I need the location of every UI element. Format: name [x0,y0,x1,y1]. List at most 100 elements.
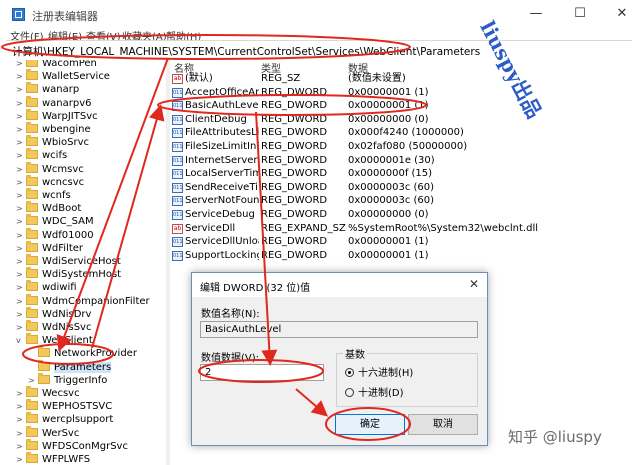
chevron-right-icon[interactable]: > [16,60,26,70]
close-button[interactable]: ✕ [604,4,640,24]
tree-item[interactable]: > wanarp [16,82,79,96]
minimize-button[interactable]: — [518,4,554,24]
tree-item[interactable]: > Wdf01000 [16,227,94,242]
value-row[interactable]: ab ServiceDll REG_EXPAND_SZ %SystemRoot%\Sy… [170,222,640,236]
chevron-right-icon[interactable]: > [16,255,26,268]
tree-item[interactable]: > WFPLWFS [16,452,90,465]
chevron-right-icon[interactable]: > [16,163,26,176]
dialog-close-icon[interactable]: ✕ [469,277,479,291]
binary-value-icon: 011 [172,87,183,98]
chevron-right-icon[interactable]: > [16,123,26,136]
tree-item-label: wcncsvc [42,176,85,188]
tree-item[interactable]: v WebClient [16,333,93,347]
tree-item-label: WbioSrvc [42,137,90,149]
chevron-right-icon[interactable]: > [16,149,26,162]
chevron-right-icon[interactable]: > [16,427,26,440]
value-data-input[interactable]: 2 [200,364,324,381]
tree-item-label: WdiSystemHost [42,269,122,281]
tree-item[interactable]: > WdNisSvc [16,320,91,334]
tree-item[interactable]: > wbengine [16,122,91,136]
chevron-right-icon[interactable]: > [28,374,38,387]
chevron-right-icon[interactable]: > [16,413,26,426]
address-bar[interactable]: 计算机\HKEY_LOCAL_MACHINE\SYSTEM\CurrentCon… [6,40,632,61]
tree-item[interactable]: > WbioSrvc [16,135,90,149]
chevron-right-icon[interactable]: > [16,97,26,110]
value-row[interactable]: 011FileAttributesLi...REG_DWORD 0x000f424… [170,126,640,140]
tree-item[interactable]: > wcnfs [16,188,71,202]
tree-item[interactable]: > WdNisDrv [16,306,91,321]
tree-item[interactable]: Parameters [28,359,112,374]
tree-item-label: WacomPen [42,60,97,69]
value-row[interactable]: 011ServerNotFoun...REG_DWORD 0x0000003c (… [170,194,640,208]
chevron-right-icon[interactable]: > [16,268,26,281]
value-row[interactable]: 011FileSizeLimitInB...REG_DWORD 0x02faf08… [170,140,640,154]
key-tree[interactable]: > WacomPen > WalletService > wanarp > wanarpv6 >… [0,60,166,465]
chevron-down-icon[interactable]: v [16,334,26,347]
chevron-right-icon[interactable]: > [16,110,26,123]
tree-item[interactable]: > WdBoot [16,201,82,215]
chevron-right-icon[interactable]: > [16,136,26,149]
tree-item-label: WdBoot [42,203,82,215]
tree-item[interactable]: > WEPHOSTSVC [16,399,112,413]
tree-item[interactable]: > wercplsupport [16,412,113,426]
tree-item[interactable]: > TriggerInfo [28,372,107,387]
tree-item[interactable]: > WalletService [16,69,110,83]
chevron-right-icon[interactable]: > [16,242,26,255]
chevron-right-icon[interactable]: > [16,440,26,453]
tree-item[interactable]: > Wecsvc [16,386,80,400]
binary-value-icon: 011 [172,169,183,180]
tree-item[interactable]: > Wcmsvc [16,161,84,176]
value-row[interactable]: 011 BasicAuthLevel REG_DWORD 0x00000001 (1) [170,99,640,113]
value-row[interactable]: 011LocalServerTim...REG_DWORD 0x0000000f … [170,167,640,181]
tree-item[interactable]: > WarpJITSvc [16,108,98,123]
tree-item-label: Wcmsvc [42,163,84,175]
tree-item[interactable]: > WdiServiceHost [16,254,121,268]
tree-item[interactable]: > wcifs [16,148,67,162]
value-data: 0x00000001 (1) [348,249,429,261]
value-row[interactable]: 011 SupportLocking REG_DWORD 0x00000001 (1) [170,249,640,263]
chevron-right-icon[interactable]: > [16,400,26,413]
value-row[interactable]: 011 ServiceDebug REG_DWORD 0x00000000 (0) [170,208,640,222]
chevron-right-icon[interactable]: > [16,453,26,465]
tree-item[interactable]: > wanarpv6 [16,95,92,110]
string-value-icon: ab [172,223,183,234]
value-name: AcceptOfficeAn... [185,86,259,98]
tree-item[interactable]: NetworkProvider [28,346,137,360]
tree-item[interactable]: > wcncsvc [16,174,85,189]
maximize-button[interactable]: ☐ [562,4,598,24]
decimal-radio-label: 十进制(D) [358,388,404,399]
chevron-right-icon[interactable]: > [16,387,26,400]
address-path: 计算机\HKEY_LOCAL_MACHINE\SYSTEM\CurrentCon… [12,46,481,58]
value-row[interactable]: 011ServiceDllUnloa...REG_DWORD 0x00000001… [170,235,640,249]
chevron-right-icon[interactable]: > [16,295,26,308]
tree-item[interactable]: > wdiwifi [16,280,77,294]
tree-item[interactable]: > WFDSConMgrSvc [16,438,128,453]
hex-radio[interactable]: 十六进制(H) [345,364,413,379]
tree-item[interactable]: > WdmCompanionFilter [16,293,150,308]
value-row[interactable]: ab (默认) REG_SZ (数值未设置) [170,72,640,86]
chevron-right-icon[interactable]: > [16,229,26,242]
chevron-right-icon[interactable]: > [16,215,26,228]
folder-icon [38,359,50,371]
chevron-right-icon[interactable]: > [16,308,26,321]
tree-item[interactable]: > WdiSystemHost [16,267,122,281]
value-row[interactable]: 011AcceptOfficeAn...REG_DWORD 0x00000001 … [170,86,640,100]
chevron-right-icon[interactable]: > [16,202,26,215]
chevron-right-icon[interactable]: > [16,176,26,189]
chevron-right-icon[interactable]: > [16,189,26,202]
tree-item[interactable]: > WdFilter [16,240,83,255]
chevron-right-icon[interactable]: > [16,70,26,83]
tree-item[interactable]: > WDC_SAM [16,214,94,228]
value-row[interactable]: 011InternetServerTi...REG_DWORD 0x0000001… [170,154,640,168]
chevron-right-icon[interactable]: > [16,83,26,96]
cancel-button[interactable]: 取消 [408,414,478,435]
chevron-right-icon[interactable]: > [16,281,26,294]
decimal-radio[interactable]: 十进制(D) [345,384,404,399]
binary-value-icon: 011 [172,155,183,166]
value-row[interactable]: 011SendReceiveTi...REG_DWORD 0x0000003c (… [170,181,640,195]
ok-button[interactable]: 确定 [335,414,405,435]
binary-value-icon: 011 [172,250,183,261]
chevron-right-icon[interactable]: > [16,321,26,334]
value-row[interactable]: 011 ClientDebug REG_DWORD 0x00000000 (0) [170,113,640,127]
tree-item[interactable]: > WerSvc [16,425,79,440]
